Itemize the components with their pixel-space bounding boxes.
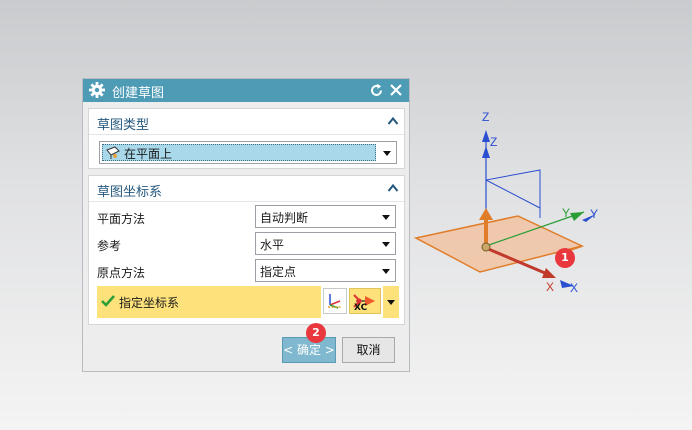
origin-method-value: 指定点 — [260, 265, 297, 279]
plane-method-label: 平面方法 — [97, 212, 146, 226]
chevron-down-icon — [383, 151, 391, 156]
z-axis-label-1: Z — [482, 110, 489, 124]
step-badge-1: 1 — [555, 248, 575, 268]
csys-icon — [328, 294, 342, 309]
plane-type-icon — [106, 146, 120, 159]
sketch-type-section: 草图类型 在平面上 — [88, 108, 405, 169]
dialog-title: 创建草图 — [112, 86, 165, 101]
create-sketch-dialog: 创建草图 草图类型 在平面上 草图坐标系 平面方法 自动判断 参考 水平 原点方… — [82, 78, 410, 372]
plane-method-select[interactable]: 自动判断 — [255, 205, 396, 228]
sketch-csys-heading: 草图坐标系 — [97, 185, 163, 200]
sketch-type-header[interactable]: 草图类型 — [89, 109, 404, 135]
collapse-caret-icon[interactable] — [387, 183, 399, 193]
collapse-caret-icon[interactable] — [387, 116, 399, 126]
reference-select[interactable]: 水平 — [255, 232, 396, 255]
check-icon — [101, 295, 115, 307]
xc-csys-button[interactable]: XC — [349, 288, 381, 314]
csys-dialog-button[interactable] — [323, 288, 347, 314]
plane-method-value: 自动判断 — [260, 211, 309, 225]
sketch-type-value: 在平面上 — [124, 147, 173, 161]
chevron-down-icon — [382, 215, 390, 220]
x-axis-label-2: X — [570, 281, 578, 295]
step-badge-2: 2 — [306, 323, 326, 343]
specify-csys-label: 指定坐标系 — [119, 296, 180, 310]
reset-icon[interactable] — [369, 83, 384, 98]
reference-label: 参考 — [97, 239, 122, 253]
origin-point[interactable] — [481, 242, 491, 252]
sketch-type-select[interactable]: 在平面上 — [99, 141, 397, 164]
dialog-titlebar: 创建草图 — [83, 79, 409, 102]
chevron-down-icon — [382, 269, 390, 274]
y-axis-label-2: Y — [590, 207, 598, 221]
origin-method-select[interactable]: 指定点 — [255, 259, 396, 282]
origin-method-label: 原点方法 — [97, 266, 146, 280]
chevron-down-icon — [387, 300, 395, 305]
chevron-down-icon — [382, 242, 390, 247]
close-icon[interactable] — [389, 83, 403, 97]
sketch-csys-header[interactable]: 草图坐标系 — [89, 176, 404, 202]
csys-options-dropdown[interactable] — [383, 286, 399, 318]
reference-value: 水平 — [260, 238, 285, 252]
sketch-csys-section: 草图坐标系 平面方法 自动判断 参考 水平 原点方法 指定点 指定坐标系 XC — [88, 175, 405, 325]
xc-label: XC — [354, 303, 368, 313]
z-axis-label-2: Z — [490, 135, 497, 149]
graphics-viewport[interactable]: Z Z Y Y X X — [400, 100, 692, 300]
z-axis-arrow — [482, 130, 490, 142]
cancel-button[interactable]: 取消 — [342, 337, 395, 363]
x-axis-label-1: X — [546, 280, 554, 294]
specify-csys-row[interactable]: 指定坐标系 — [97, 286, 321, 318]
y-axis-label-1: Y — [562, 206, 570, 220]
gear-icon — [89, 82, 105, 98]
sketch-type-heading: 草图类型 — [97, 118, 150, 133]
